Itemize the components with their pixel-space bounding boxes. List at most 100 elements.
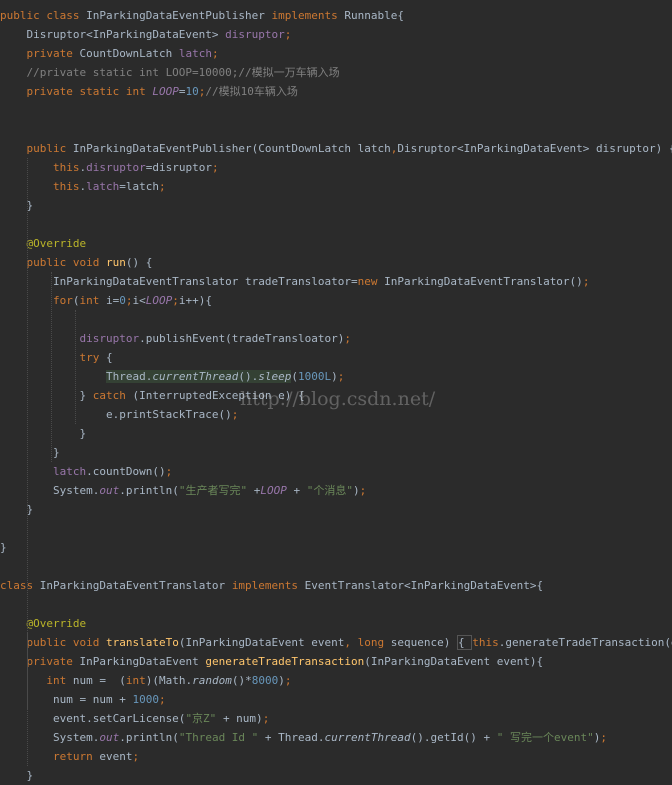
- code-line[interactable]: [0, 215, 672, 234]
- code-token: System.: [0, 484, 100, 497]
- code-token: out: [99, 484, 120, 497]
- code-line[interactable]: System.out.println("生产者写完" +LOOP + "个消息"…: [0, 481, 672, 500]
- code-line[interactable]: private CountDownLatch latch;: [0, 44, 672, 63]
- code-token: () {: [125, 256, 153, 269]
- code-line[interactable]: }: [0, 538, 672, 557]
- code-token: "个消息": [306, 484, 353, 497]
- code-line[interactable]: int num = (int)(Math.random()*8000);: [0, 671, 672, 690]
- code-token: LOOP: [260, 484, 294, 497]
- code-line[interactable]: return event;: [0, 747, 672, 766]
- code-token: InParkingDataEventPublisher: [86, 9, 272, 22]
- code-token: InParkingDataEventTranslator tradeTransl…: [0, 275, 358, 288]
- code-line[interactable]: private InParkingDataEvent generateTrade…: [0, 652, 672, 671]
- code-token: latch: [52, 465, 87, 478]
- code-line[interactable]: System.out.println("Thread Id " + Thread…: [0, 728, 672, 747]
- code-token: ): [278, 674, 285, 687]
- code-line[interactable]: [0, 519, 672, 538]
- code-token: " 写完一个event": [496, 731, 594, 744]
- code-token: ;: [284, 674, 292, 687]
- code-token: {: [457, 635, 473, 650]
- code-line[interactable]: [0, 101, 672, 120]
- code-token: int: [125, 674, 146, 687]
- code-token: i++){: [178, 294, 212, 307]
- code-token: ;: [262, 712, 270, 725]
- code-token: num = num +: [0, 693, 133, 706]
- code-line[interactable]: [0, 595, 672, 614]
- code-token: }: [0, 199, 34, 212]
- code-token: num = (: [72, 674, 126, 687]
- code-line[interactable]: }: [0, 196, 672, 215]
- code-token: //private static int LOOP=10000;//模拟一万车辆…: [0, 66, 340, 79]
- code-token: }: [0, 769, 34, 782]
- indent-guide: [27, 633, 28, 766]
- code-token: disruptor: [86, 161, 146, 174]
- code-token: 0: [119, 294, 126, 307]
- code-line[interactable]: try {: [0, 348, 672, 367]
- code-token: 8000: [251, 674, 279, 687]
- code-line[interactable]: latch.countDown();: [0, 462, 672, 481]
- code-line[interactable]: num = num + 1000;: [0, 690, 672, 709]
- code-line[interactable]: event.setCarLicense("京Z" + num);: [0, 709, 672, 728]
- code-line[interactable]: InParkingDataEventTranslator tradeTransl…: [0, 272, 672, 291]
- code-token: generateTradeTransaction: [205, 655, 365, 668]
- code-token: this: [0, 180, 80, 193]
- code-token: InParkingDataEventPublisher(CountDownLat…: [72, 142, 391, 155]
- code-token: }: [0, 389, 93, 402]
- code-line[interactable]: @Override: [0, 234, 672, 253]
- code-line[interactable]: }: [0, 424, 672, 443]
- code-line[interactable]: public void translateTo(InParkingDataEve…: [0, 633, 672, 652]
- code-token: ;: [582, 275, 590, 288]
- code-line[interactable]: class InParkingDataEventTranslator imple…: [0, 576, 672, 595]
- code-editor[interactable]: public class InParkingDataEventPublisher…: [0, 0, 672, 782]
- code-token: LOOP: [152, 85, 179, 98]
- code-token: ().getId() +: [410, 731, 497, 744]
- code-line[interactable]: Disruptor<InParkingDataEvent> disruptor;: [0, 25, 672, 44]
- code-token: ()*: [231, 674, 252, 687]
- code-line[interactable]: public class InParkingDataEventPublisher…: [0, 6, 672, 25]
- code-token: class: [0, 579, 40, 592]
- code-line[interactable]: Thread.currentThread().sleep(1000L);: [0, 367, 672, 386]
- code-token: .generateTradeTransaction(event): [498, 636, 672, 649]
- code-token: random: [192, 674, 232, 687]
- code-line[interactable]: for(int i=0;i<LOOP;i++){: [0, 291, 672, 310]
- code-line[interactable]: public InParkingDataEventPublisher(Count…: [0, 139, 672, 158]
- code-token: }: [0, 503, 34, 516]
- code-line[interactable]: this.disruptor=disruptor;: [0, 158, 672, 177]
- code-token: private: [0, 655, 80, 668]
- code-line[interactable]: disruptor.publishEvent(tradeTransloator)…: [0, 329, 672, 348]
- code-token: public void: [0, 256, 106, 269]
- code-token: InParkingDataEventTranslator: [39, 579, 232, 592]
- code-token: latch: [178, 47, 212, 60]
- code-line[interactable]: } catch (InterruptedException e) {: [0, 386, 672, 405]
- code-token: ;: [211, 161, 219, 174]
- code-token: private: [0, 47, 80, 60]
- code-token: new: [357, 275, 385, 288]
- code-token: ;: [284, 28, 292, 41]
- code-token: ;: [211, 47, 219, 60]
- code-line[interactable]: private static int LOOP=10;//模拟10车辆入场: [0, 82, 672, 101]
- code-token: 1000: [132, 693, 159, 706]
- code-line[interactable]: }: [0, 500, 672, 519]
- code-token: + num): [222, 712, 263, 725]
- code-line[interactable]: [0, 310, 672, 329]
- indent-guide: [75, 310, 76, 424]
- code-token: .countDown(): [86, 465, 166, 478]
- code-line[interactable]: }: [0, 443, 672, 462]
- code-token: System.: [0, 731, 100, 744]
- code-token: public class: [0, 9, 87, 22]
- code-line[interactable]: this.latch=latch;: [0, 177, 672, 196]
- code-token: .println(: [119, 484, 179, 497]
- code-token: for: [0, 294, 73, 307]
- code-line[interactable]: }: [0, 766, 672, 785]
- code-line[interactable]: @Override: [0, 614, 672, 633]
- code-token: ;: [165, 465, 173, 478]
- code-line[interactable]: //private static int LOOP=10000;//模拟一万车辆…: [0, 63, 672, 82]
- code-line[interactable]: [0, 120, 672, 139]
- code-token: InParkingDataEventTranslator(): [384, 275, 583, 288]
- code-line[interactable]: [0, 557, 672, 576]
- code-token: ;: [359, 484, 367, 497]
- code-line[interactable]: public void run() {: [0, 253, 672, 272]
- code-line[interactable]: e.printStackTrace();: [0, 405, 672, 424]
- code-token: ;: [344, 332, 352, 345]
